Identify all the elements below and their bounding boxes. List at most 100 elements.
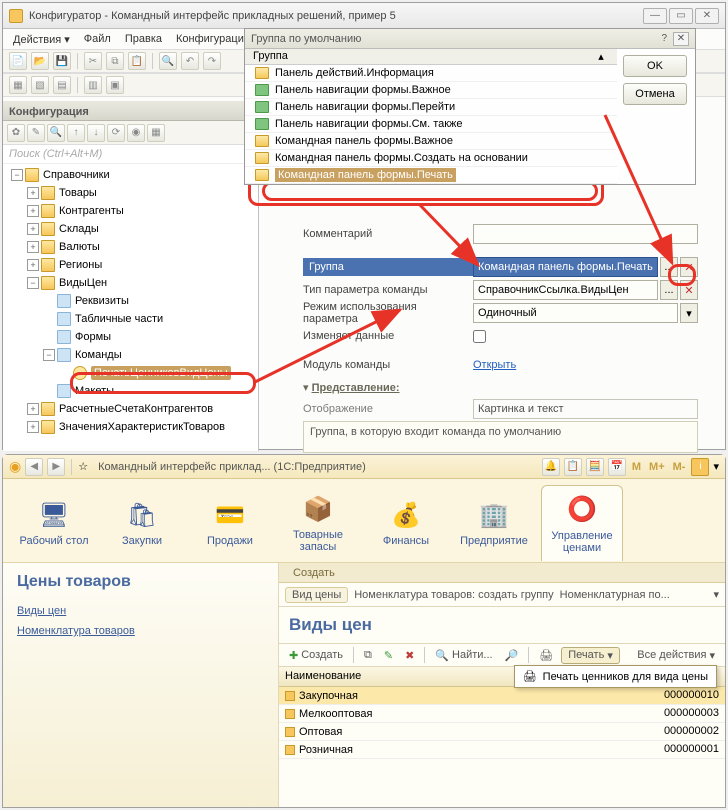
section-tab[interactable]: 🖥Рабочий стол: [13, 485, 95, 561]
popup-close-button[interactable]: ✕: [673, 32, 689, 46]
open-module-link[interactable]: Открыть: [473, 359, 516, 371]
info-icon[interactable]: i: [691, 458, 709, 476]
tool-icon[interactable]: ↓: [87, 124, 105, 142]
calc-icon[interactable]: 🧮: [586, 458, 604, 476]
list-item-selected[interactable]: Командная панель формы.Печать: [245, 167, 617, 184]
print-menu-item[interactable]: 🖨 Печать ценников для вида цены: [514, 665, 717, 688]
tree-node[interactable]: +Регионы: [3, 256, 258, 274]
fwd-icon[interactable]: ▶: [47, 458, 65, 476]
search-input[interactable]: Поиск (Ctrl+Alt+M): [3, 145, 258, 164]
ok-button[interactable]: OK: [623, 55, 687, 77]
clear-button[interactable]: ✕: [680, 257, 698, 277]
cut-icon[interactable]: ✂: [84, 52, 102, 70]
tool-icon[interactable]: 🔍: [47, 124, 65, 142]
close-button[interactable]: ✕: [695, 8, 719, 24]
table-row[interactable]: Розничная000000001: [279, 741, 725, 759]
tree-node[interactable]: Реквизиты: [3, 292, 258, 310]
edit-icon[interactable]: ✎: [380, 648, 397, 663]
minimize-button[interactable]: —: [643, 8, 667, 24]
save-icon[interactable]: 💾: [53, 52, 71, 70]
list-item[interactable]: Панель действий.Информация: [245, 65, 617, 82]
dropdown-button[interactable]: ▾: [680, 303, 698, 323]
menu-actions[interactable]: Действия ▾: [13, 33, 70, 46]
menu-edit[interactable]: Правка: [125, 33, 162, 45]
section-tab[interactable]: 📦Товарные запасы: [277, 485, 359, 561]
nav-link[interactable]: Виды цен: [17, 605, 264, 617]
tree-node[interactable]: +РасчетныеСчетаКонтрагентов: [3, 400, 258, 418]
section-tab[interactable]: 💰Финансы: [365, 485, 447, 561]
list-item[interactable]: Панель навигации формы.См. также: [245, 116, 617, 133]
tree-node[interactable]: +Валюты: [3, 238, 258, 256]
undo-icon[interactable]: ↶: [181, 52, 199, 70]
print-dropdown[interactable]: Печать ▾: [561, 647, 620, 664]
tree-node[interactable]: +Склады: [3, 220, 258, 238]
open-icon[interactable]: 📂: [31, 52, 49, 70]
tb-icon[interactable]: ▧: [31, 76, 49, 94]
print-icon[interactable]: 🖨: [535, 648, 557, 663]
pill-button[interactable]: Номенклатурная по...: [560, 589, 670, 601]
tree-node[interactable]: +Товары: [3, 184, 258, 202]
nav-link[interactable]: Номенклатура товаров: [17, 625, 264, 637]
maximize-button[interactable]: ▭: [669, 8, 693, 24]
ellipsis-button[interactable]: ...: [660, 257, 678, 277]
section-tab-active[interactable]: ⭕Управление ценами: [541, 485, 623, 561]
section-tab[interactable]: 🛍Закупки: [101, 485, 183, 561]
m-plus-button[interactable]: M+: [649, 461, 665, 473]
group-value[interactable]: Командная панель формы.Печать: [473, 257, 658, 277]
section-tab[interactable]: 🏢Предприятие: [453, 485, 535, 561]
tree-node[interactable]: −Команды: [3, 346, 258, 364]
delete-icon[interactable]: ✖: [401, 648, 418, 663]
tree-node[interactable]: +Контрагенты: [3, 202, 258, 220]
cancel-button[interactable]: Отмена: [623, 83, 687, 105]
table-row[interactable]: Оптовая000000002: [279, 723, 725, 741]
section-tab[interactable]: 💳Продажи: [189, 485, 271, 561]
copy-icon[interactable]: ⧉: [360, 648, 376, 663]
changes-checkbox[interactable]: [473, 330, 486, 343]
tool-icon[interactable]: ◉: [127, 124, 145, 142]
tool-icon[interactable]: ✿: [7, 124, 25, 142]
table-row[interactable]: Мелкооптовая000000003: [279, 705, 725, 723]
tree-node[interactable]: +ЗначенияХарактеристикТоваров: [3, 418, 258, 436]
tree-node[interactable]: −ВидыЦен: [3, 274, 258, 292]
pill-button[interactable]: Номенклатура товаров: создать группу: [354, 589, 553, 601]
tb-icon[interactable]: ▥: [84, 76, 102, 94]
tree-node[interactable]: Табличные части: [3, 310, 258, 328]
find-button[interactable]: 🔍 Найти...: [431, 648, 496, 663]
list-item[interactable]: Панель навигации формы.Перейти: [245, 99, 617, 116]
list-item[interactable]: Командная панель формы.Важное: [245, 133, 617, 150]
mode-select[interactable]: Одиночный: [473, 303, 678, 323]
tb-icon[interactable]: ▣: [106, 76, 124, 94]
paste-icon[interactable]: 📋: [128, 52, 146, 70]
pill-button[interactable]: Вид цены: [285, 587, 348, 603]
clear-button[interactable]: ✕: [680, 280, 698, 300]
comment-input[interactable]: [473, 224, 698, 244]
back-icon[interactable]: ◀: [25, 458, 43, 476]
new-icon[interactable]: 📄: [9, 52, 27, 70]
find-icon[interactable]: 🔍: [159, 52, 177, 70]
tb-icon[interactable]: ▦: [9, 76, 27, 94]
menu-file[interactable]: Файл: [84, 33, 111, 45]
star-icon[interactable]: ☆: [78, 460, 88, 473]
tool-icon[interactable]: 📋: [564, 458, 582, 476]
tool-icon[interactable]: ⟳: [107, 124, 125, 142]
clear-find-icon[interactable]: 🔎: [501, 648, 523, 663]
all-actions-button[interactable]: Все действия ▾: [633, 648, 719, 663]
list-item[interactable]: Командная панель формы.Создать на основа…: [245, 150, 617, 167]
tool-icon[interactable]: ▦: [147, 124, 165, 142]
tree-node[interactable]: −Справочники: [3, 166, 258, 184]
tool-icon[interactable]: ↑: [67, 124, 85, 142]
calendar-icon[interactable]: 📅: [608, 458, 626, 476]
tool-icon[interactable]: ✎: [27, 124, 45, 142]
list-item[interactable]: Панель навигации формы.Важное: [245, 82, 617, 99]
ellipsis-button[interactable]: ...: [660, 280, 678, 300]
redo-icon[interactable]: ↷: [203, 52, 221, 70]
tree-node[interactable]: Макеты: [3, 382, 258, 400]
sub-tab[interactable]: Создать: [285, 565, 343, 581]
tree-node-selected[interactable]: ПечатьЦенниковВидЦены: [3, 364, 258, 382]
tree-node[interactable]: Формы: [3, 328, 258, 346]
param-value[interactable]: СправочникСсылка.ВидыЦен: [473, 280, 658, 300]
display-value[interactable]: Картинка и текст: [473, 399, 698, 419]
copy-icon[interactable]: ⧉: [106, 52, 124, 70]
m-button[interactable]: M: [632, 461, 641, 473]
tool-icon[interactable]: 🔔: [542, 458, 560, 476]
